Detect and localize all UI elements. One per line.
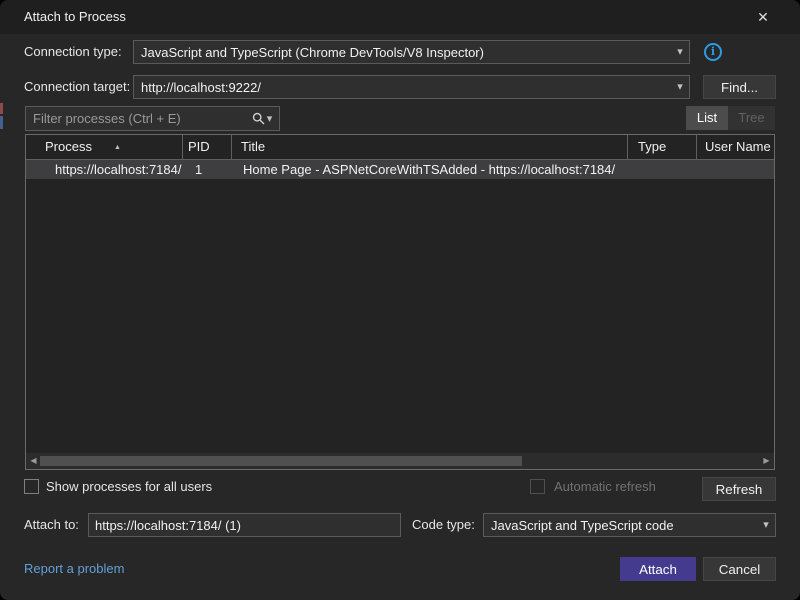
- background-artifact: [0, 103, 3, 114]
- attach-to-input[interactable]: [88, 513, 401, 537]
- code-type-value: JavaScript and TypeScript code: [484, 518, 757, 533]
- column-header-process[interactable]: Process: [26, 135, 183, 159]
- row-pid-cell: 1: [183, 160, 232, 179]
- connection-target-value: http://localhost:9222/: [134, 80, 671, 95]
- column-header-pid[interactable]: PID: [183, 135, 232, 159]
- refresh-button[interactable]: Refresh: [702, 477, 776, 501]
- chevron-down-icon: [671, 76, 689, 98]
- scroll-right-icon[interactable]: [759, 453, 774, 469]
- chevron-down-icon: [267, 108, 273, 130]
- list-view-button[interactable]: List: [686, 106, 728, 130]
- filter-processes-box[interactable]: [25, 106, 280, 131]
- code-type-label: Code type:: [412, 513, 475, 537]
- find-button[interactable]: Find...: [703, 75, 776, 99]
- connection-target-combobox[interactable]: http://localhost:9222/: [133, 75, 690, 99]
- attach-button[interactable]: Attach: [620, 557, 696, 581]
- tree-view-button[interactable]: Tree: [728, 106, 775, 130]
- row-process-cell: https://localhost:7184/: [26, 160, 183, 179]
- row-type-cell: [628, 160, 697, 179]
- scrollbar-thumb[interactable]: [40, 456, 522, 466]
- cancel-button[interactable]: Cancel: [703, 557, 776, 581]
- close-icon[interactable]: ✕: [740, 0, 786, 34]
- column-header-title[interactable]: Title: [232, 135, 628, 159]
- connection-target-label: Connection target:: [24, 75, 130, 99]
- report-a-problem-link[interactable]: Report a problem: [24, 561, 124, 576]
- info-icon[interactable]: i: [704, 43, 722, 61]
- connection-type-label: Connection type:: [24, 40, 122, 64]
- attach-to-process-dialog: Attach to Process ✕ Connection type: Jav…: [0, 0, 800, 600]
- chevron-down-icon: [671, 41, 689, 63]
- column-header-process-label: Process: [45, 139, 92, 154]
- connection-type-dropdown[interactable]: JavaScript and TypeScript (Chrome DevToo…: [133, 40, 690, 64]
- horizontal-scrollbar[interactable]: [26, 453, 774, 469]
- automatic-refresh-label: Automatic refresh: [554, 475, 656, 499]
- chevron-down-icon: [757, 514, 775, 536]
- process-table: Process PID Title Type User Name https:/…: [25, 134, 775, 470]
- show-all-users-checkbox[interactable]: [24, 479, 39, 494]
- search-options-button[interactable]: [245, 108, 279, 130]
- scroll-left-icon[interactable]: [26, 453, 41, 469]
- code-type-dropdown[interactable]: JavaScript and TypeScript code: [483, 513, 776, 537]
- sort-ascending-icon: [114, 136, 121, 159]
- filter-processes-input[interactable]: [26, 110, 245, 127]
- titlebar[interactable]: Attach to Process ✕: [0, 0, 800, 34]
- attach-to-label: Attach to:: [24, 513, 79, 537]
- column-header-type[interactable]: Type: [628, 135, 697, 159]
- dialog-title: Attach to Process: [24, 0, 126, 34]
- background-artifact: [0, 116, 3, 129]
- show-all-users-label: Show processes for all users: [46, 475, 212, 499]
- row-username-cell: [697, 160, 774, 179]
- search-icon: [252, 112, 265, 125]
- row-title-cell: Home Page - ASPNetCoreWithTSAdded - http…: [232, 160, 628, 179]
- connection-type-value: JavaScript and TypeScript (Chrome DevToo…: [134, 45, 671, 60]
- column-header-username[interactable]: User Name: [697, 135, 774, 159]
- automatic-refresh-checkbox: [530, 479, 545, 494]
- table-header: Process PID Title Type User Name: [26, 135, 774, 160]
- table-row[interactable]: https://localhost:7184/ 1 Home Page - AS…: [26, 160, 774, 179]
